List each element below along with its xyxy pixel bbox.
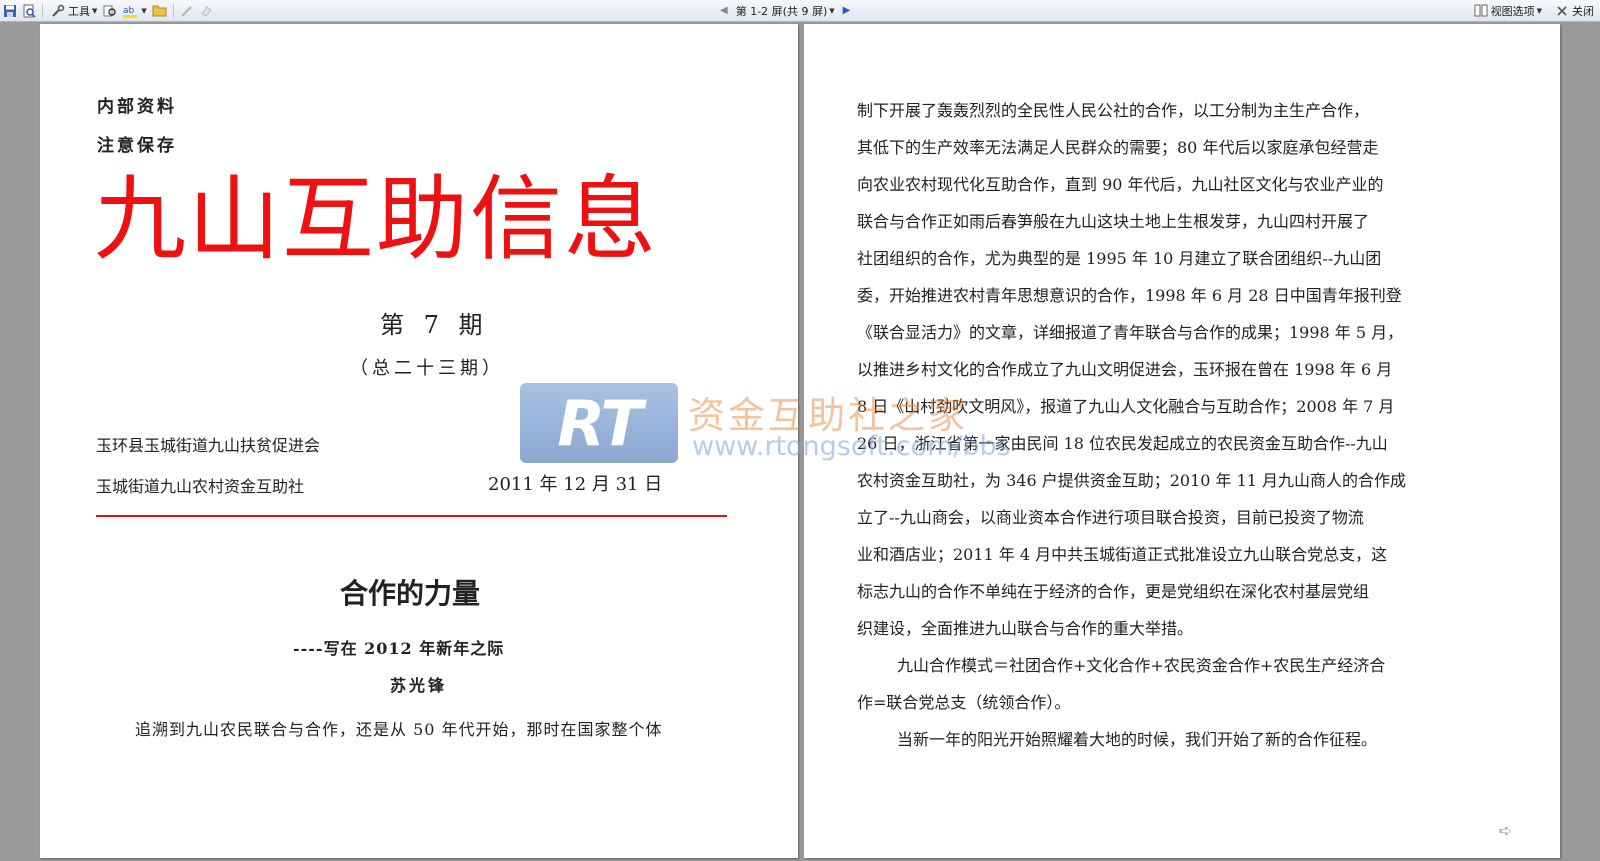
highlight-button[interactable]: ab ▼ [121,2,148,19]
folder-icon[interactable] [152,3,168,19]
body-paragraph: 追溯到九山农民联合与合作，还是从 50 年代开始，那时在国家整个体 [135,720,663,739]
newsletter-masthead: 九山互助信息 [94,166,659,273]
svg-text:ab: ab [123,6,135,16]
edit-disabled-icon [179,3,195,19]
body-line: 委，开始推进农村青年思想意识的合作，1998 年 6 月 28 日中国青年报刊登 [857,286,1402,305]
tools-menu-button[interactable]: 工具 ▼ [48,2,99,19]
close-reading-label: 关闭 [1572,4,1594,18]
issue-date: 2011 年 12 月 31 日 [488,474,663,495]
article-author: 苏光锋 [390,676,448,695]
body-text: 制下开展了轰轰烈烈的全民性人民公社的合作，以工分制为主生产合作， 其低下的生产效… [857,92,1507,758]
body-line: 农村资金互助社，为 346 户提供资金互助；2010 年 11 月九山商人的合作… [857,471,1407,490]
publisher-org: 玉城街道九山农村资金互助社 [96,477,305,496]
next-page-arrow-icon[interactable]: ➪ [1499,821,1512,840]
body-line: 业和酒店业；2011 年 4 月中共玉城街道正式批准设立九山联合党总支，这 [857,545,1388,564]
page-navigation: ◀ 第 1-2 屏(共 9 屏) ▼ ▶ [720,2,850,19]
body-line: 8 日《山村劲吹文明风》，报道了九山人文化融合与互助合作；2008 年 7 月 [857,397,1395,416]
confidential-label: 注意保存 [97,136,177,156]
view-options-icon [1473,3,1489,19]
body-line: 作=联合党总支（统领合作）。 [857,693,1071,712]
body-line: 其低下的生产效率无法满足人民群众的需要；80 年代后以家庭承包经营走 [857,138,1379,157]
body-line: 向农业农村现代化互助合作，直到 90 年代后，九山社区文化与农业产业的 [857,175,1384,194]
close-reading-button[interactable]: 关闭 [1552,2,1596,19]
tools-icon [50,3,66,19]
body-line: 制下开展了轰轰烈烈的全民性人民公社的合作，以工分制为主生产合作， [857,101,1370,120]
article-title: 合作的力量 [340,577,481,610]
toolbar-separator [172,3,174,18]
tools-menu-label: 工具 [68,4,90,18]
article-subtitle: ----写在 2012 年新年之际 [293,639,505,658]
body-line: 《联合显活力》的文章，详细报道了青年联合与合作的成果；1998 年 5 月， [857,323,1404,342]
body-line: 联合与合作正如雨后春笋般在九山这块土地上生根发芽，九山四村开展了 [857,212,1370,231]
body-line: 九山合作模式＝社团合作+文化合作+农民资金合作+农民生产经济合 [897,656,1386,675]
body-line: 织建设，全面推进九山联合与合作的重大举措。 [857,619,1194,638]
research-icon[interactable] [102,3,118,19]
body-line: 标志九山的合作不单纯在于经济的合作，更是党组织在深化农村基层党组 [857,582,1370,601]
chevron-down-icon: ▼ [829,6,835,15]
page-indicator-dropdown[interactable]: 第 1-2 屏(共 9 屏) ▼ [734,2,837,19]
close-icon [1554,3,1570,19]
body-line: 社团组织的合作，尤为典型的是 1995 年 10 月建立了联合团组织--九山团 [857,249,1382,268]
highlighter-icon: ab [123,3,139,19]
view-options-label: 视图选项 [1490,4,1535,18]
chevron-down-icon: ▼ [141,6,147,15]
masthead-divider [96,515,727,517]
body-line: 26 日，浙江省第一家由民间 18 位农民发起成立的农民资金互助合作--九山 [857,434,1388,453]
body-line: 以推进乡村文化的合作成立了九山文明促进会，玉环报在曾在 1998 年 6 月 [857,360,1393,379]
view-options-button[interactable]: 视图选项 ▼ [1471,2,1544,19]
confidential-label: 内部资料 [97,97,177,117]
eraser-disabled-icon [198,3,214,19]
previous-screen-icon[interactable]: ◀ [720,5,728,16]
toolbar-separator [42,3,43,18]
document-page-left[interactable]: 内部资料 注意保存 九山互助信息 第 7 期 （总二十三期） 玉环县玉城街道九山… [40,24,798,858]
body-line: 当新一年的阳光开始照耀着大地的时候，我们开始了新的合作征程。 [897,730,1378,749]
document-page-right[interactable]: 制下开展了轰轰烈烈的全民性人民公社的合作，以工分制为主生产合作， 其低下的生产效… [804,24,1560,858]
body-line: 立了--九山商会，以商业资本合作进行项目联合投资，目前已投资了物流 [857,508,1364,527]
chevron-down-icon: ▼ [1536,6,1542,15]
issue-number: 第 7 期 [380,311,489,339]
print-preview-icon[interactable] [21,3,37,19]
reading-toolbar: 工具 ▼ ab ▼ ◀ 第 1-2 屏(共 9 屏) ▼ ▶ 视图选项 ▼ 关闭 [0,0,1600,22]
next-screen-icon[interactable]: ▶ [843,5,851,16]
page-indicator-label: 第 1-2 屏(共 9 屏) [735,4,828,18]
publisher-org: 玉环县玉城街道九山扶贫促进会 [96,436,321,455]
chevron-down-icon: ▼ [92,6,98,15]
save-icon[interactable] [2,3,18,19]
issue-total: （总二十三期） [350,358,504,379]
